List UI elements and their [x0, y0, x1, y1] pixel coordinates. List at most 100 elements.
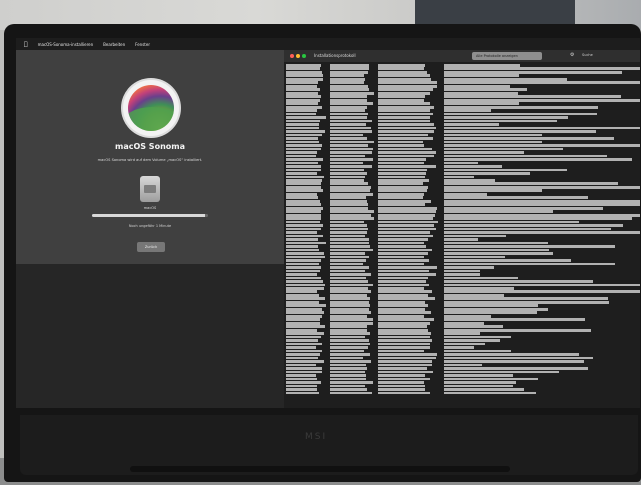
- log-line: [286, 252, 638, 255]
- log-line: [286, 276, 638, 280]
- log-line: [286, 151, 638, 154]
- log-line: [286, 381, 638, 384]
- log-line: [286, 165, 638, 168]
- log-line: [286, 234, 638, 238]
- log-line: [286, 297, 638, 301]
- log-line: [286, 77, 638, 81]
- log-line: [286, 199, 640, 203]
- log-line: [286, 248, 638, 252]
- laptop-vent: [130, 466, 510, 472]
- zoom-window-button[interactable]: [302, 54, 306, 58]
- log-line: [286, 255, 638, 259]
- log-line: [286, 123, 638, 126]
- install-subtitle: macOS Sonoma wird auf dem Volume „macOS“…: [97, 158, 203, 162]
- log-line: [286, 314, 638, 318]
- menu-bar:  macOS-Sonoma-installieren Bearbeiten F…: [16, 38, 640, 50]
- laptop-brand-logo: MSI: [305, 432, 328, 442]
- log-line: [286, 158, 638, 161]
- log-line: [286, 311, 638, 315]
- log-line: [286, 70, 638, 74]
- log-line: [286, 363, 638, 367]
- log-line: [286, 196, 638, 200]
- log-line: [286, 280, 638, 283]
- log-line: [286, 384, 638, 388]
- log-line: [286, 339, 638, 342]
- log-line: [286, 370, 638, 374]
- log-line: [286, 161, 638, 165]
- log-line: [286, 192, 638, 196]
- back-button[interactable]: Zurück: [137, 242, 165, 252]
- log-line: [286, 227, 638, 231]
- log-line: [286, 213, 640, 217]
- log-line: [286, 342, 638, 346]
- log-line: [286, 81, 640, 85]
- log-line: [286, 144, 640, 147]
- install-progress-fill: [92, 214, 205, 217]
- log-line: [286, 391, 638, 395]
- log-line: [286, 374, 638, 377]
- log-output: [286, 64, 640, 404]
- background-monitor: [415, 0, 575, 26]
- log-line: [286, 67, 640, 71]
- log-line: [286, 206, 638, 210]
- log-line: [286, 293, 638, 297]
- log-line: [286, 266, 638, 269]
- log-line: [286, 356, 638, 360]
- log-line: [286, 304, 638, 308]
- log-line: [286, 168, 638, 172]
- macos-sonoma-logo-icon: [123, 80, 179, 136]
- log-line: [286, 116, 638, 119]
- log-line: [286, 360, 638, 363]
- log-line: [286, 269, 638, 273]
- log-window-title: Installationsprotokoll: [314, 53, 356, 58]
- log-line: [286, 241, 638, 245]
- log-line: [286, 133, 638, 137]
- log-line: [286, 332, 638, 335]
- log-search-field[interactable]: Suche: [582, 53, 593, 57]
- log-line: [286, 231, 640, 234]
- log-line: [286, 287, 638, 290]
- laptop-screen:  macOS-Sonoma-installieren Bearbeiten F…: [16, 38, 640, 408]
- log-line: [286, 84, 638, 88]
- os-title: macOS Sonoma: [114, 142, 185, 151]
- log-line: [286, 137, 638, 140]
- log-line: [286, 388, 638, 391]
- log-line: [286, 307, 638, 311]
- log-line: [286, 178, 638, 182]
- log-line: [286, 224, 638, 227]
- close-window-button[interactable]: [290, 54, 294, 58]
- log-line: [286, 217, 638, 220]
- log-line: [286, 346, 638, 349]
- log-line: [286, 377, 638, 381]
- log-line: [286, 102, 638, 106]
- log-line: [286, 172, 638, 175]
- log-line: [286, 105, 638, 109]
- menu-fenster[interactable]: Fenster: [135, 42, 150, 47]
- log-line: [286, 74, 638, 78]
- log-line: [286, 283, 640, 287]
- log-line: [286, 321, 638, 325]
- log-line: [286, 91, 638, 95]
- log-line: [286, 273, 638, 276]
- log-line: [286, 290, 640, 294]
- hard-disk-icon: [140, 176, 160, 202]
- log-line: [286, 154, 638, 158]
- log-line: [286, 189, 638, 193]
- log-line: [286, 335, 638, 339]
- gear-icon[interactable]: ⚙: [570, 52, 574, 58]
- install-progress-bar: [92, 214, 208, 217]
- log-line: [286, 238, 638, 241]
- log-line: [286, 95, 638, 99]
- log-line: [286, 119, 638, 123]
- menu-bearbeiten[interactable]: Bearbeiten: [103, 42, 125, 47]
- log-line: [286, 130, 638, 133]
- log-filter-select[interactable]: Alle Protokolle anzeigen: [472, 52, 542, 60]
- log-line: [286, 259, 638, 262]
- log-line: [286, 262, 638, 266]
- log-line: [286, 325, 638, 329]
- menu-app-name[interactable]: macOS-Sonoma-installieren: [38, 42, 94, 47]
- log-line: [286, 220, 638, 224]
- minimize-window-button[interactable]: [296, 54, 300, 58]
- apple-icon[interactable]: : [24, 41, 28, 48]
- log-line: [286, 64, 638, 67]
